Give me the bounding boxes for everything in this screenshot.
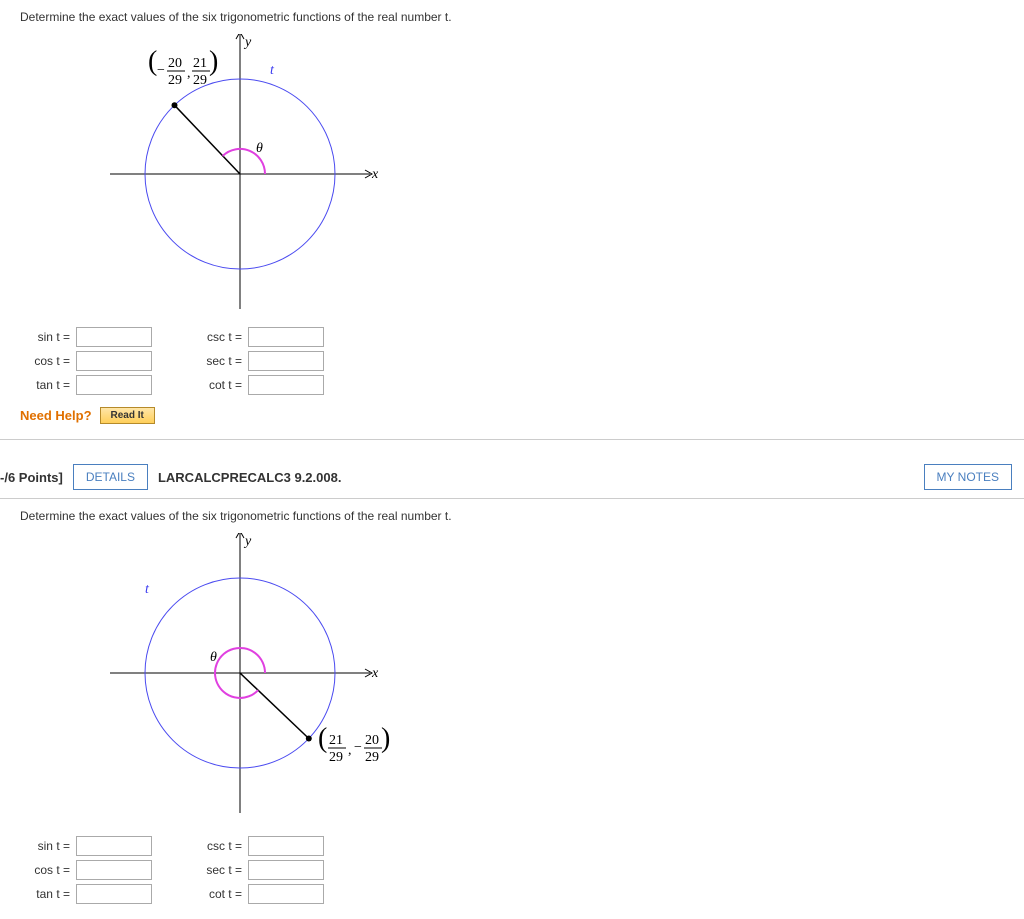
tan-input[interactable] xyxy=(76,375,152,395)
need-help-row: Need Help? Read It xyxy=(20,407,1004,424)
tan-label: tan t = xyxy=(20,378,70,392)
y-axis-label: y xyxy=(243,35,252,50)
svg-text:,: , xyxy=(187,66,191,81)
sec-label: sec t = xyxy=(192,354,242,368)
x-axis-label: x xyxy=(371,666,379,681)
read-it-button[interactable]: Read It xyxy=(100,407,155,424)
svg-text:−: − xyxy=(354,740,362,755)
question-header: -/6 Points] DETAILS LARCALCPRECALC3 9.2.… xyxy=(0,440,1024,499)
details-button[interactable]: DETAILS xyxy=(73,464,148,490)
tan-input[interactable] xyxy=(76,884,152,904)
question-2: Determine the exact values of the six tr… xyxy=(0,499,1024,919)
sec-input[interactable] xyxy=(248,860,324,880)
svg-text:−: − xyxy=(157,63,165,78)
answer-grid: sin t = cos t = tan t = csc t = sec t = xyxy=(20,836,1004,904)
sin-input[interactable] xyxy=(76,836,152,856)
svg-text:29: 29 xyxy=(329,750,343,765)
need-help-label: Need Help? xyxy=(20,408,92,423)
points-label: -/6 Points] xyxy=(0,470,63,485)
problem-id: LARCALCPRECALC3 9.2.008. xyxy=(158,470,342,485)
theta-label: θ xyxy=(256,141,263,156)
cot-input[interactable] xyxy=(248,375,324,395)
x-axis-label: x xyxy=(371,167,379,182)
sin-label: sin t = xyxy=(20,839,70,853)
svg-text:): ) xyxy=(209,46,218,77)
tan-label: tan t = xyxy=(20,887,70,901)
answer-grid: sin t = cos t = tan t = csc t = sec t = xyxy=(20,327,1004,395)
question-text: Determine the exact values of the six tr… xyxy=(20,10,1004,24)
svg-text:,: , xyxy=(348,743,352,758)
svg-text:21: 21 xyxy=(193,56,207,71)
question-text: Determine the exact values of the six tr… xyxy=(20,509,1004,523)
my-notes-button[interactable]: MY NOTES xyxy=(924,464,1012,490)
cos-label: cos t = xyxy=(20,354,70,368)
unit-circle-diagram-2: y x t θ ( 21 29 , − 20 29 ) xyxy=(110,533,1004,826)
cot-label: cot t = xyxy=(192,378,242,392)
csc-input[interactable] xyxy=(248,327,324,347)
sin-input[interactable] xyxy=(76,327,152,347)
svg-text:21: 21 xyxy=(329,733,343,748)
cos-input[interactable] xyxy=(76,351,152,371)
sin-label: sin t = xyxy=(20,330,70,344)
cot-label: cot t = xyxy=(192,887,242,901)
csc-label: csc t = xyxy=(192,839,242,853)
sec-input[interactable] xyxy=(248,351,324,371)
svg-text:(: ( xyxy=(148,46,157,77)
theta-label: θ xyxy=(210,650,217,665)
unit-circle-diagram-1: y x t θ ( − 20 29 , 21 29 ) xyxy=(110,34,1004,317)
sec-label: sec t = xyxy=(192,863,242,877)
t-label: t xyxy=(145,582,150,597)
t-label: t xyxy=(270,63,275,78)
svg-text:29: 29 xyxy=(193,73,207,88)
csc-label: csc t = xyxy=(192,330,242,344)
svg-text:): ) xyxy=(381,723,390,754)
svg-text:20: 20 xyxy=(365,733,379,748)
question-1: Determine the exact values of the six tr… xyxy=(0,0,1024,440)
y-axis-label: y xyxy=(243,534,252,549)
svg-text:(: ( xyxy=(318,723,327,754)
svg-text:29: 29 xyxy=(168,73,182,88)
svg-text:29: 29 xyxy=(365,750,379,765)
svg-text:20: 20 xyxy=(168,56,182,71)
csc-input[interactable] xyxy=(248,836,324,856)
cos-label: cos t = xyxy=(20,863,70,877)
cos-input[interactable] xyxy=(76,860,152,880)
cot-input[interactable] xyxy=(248,884,324,904)
